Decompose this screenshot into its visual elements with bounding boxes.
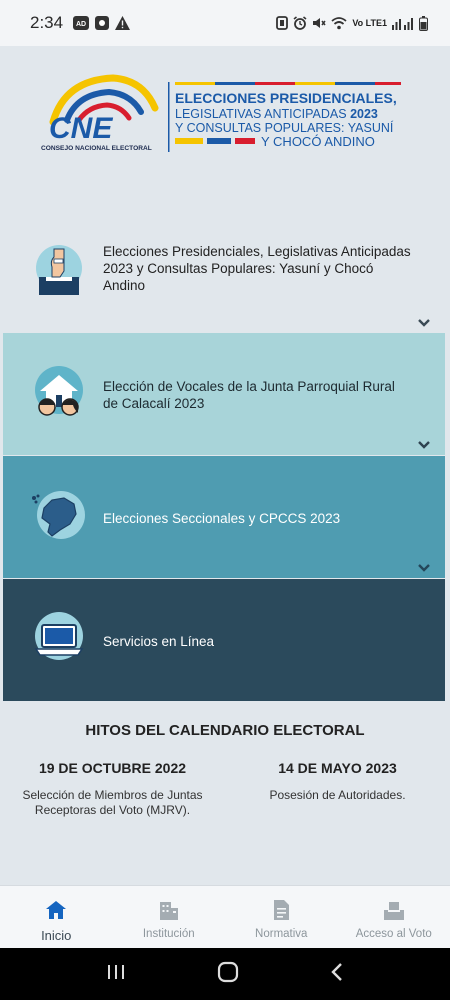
home-button-icon[interactable] — [217, 961, 239, 988]
status-bar: 2:34 AD Vo LTE1 — [0, 0, 450, 46]
election-card-calacali[interactable]: Elección de Vocales de la Junta Parroqui… — [3, 333, 445, 455]
servicios-en-linea-card[interactable]: Servicios en Línea — [3, 579, 445, 701]
back-icon[interactable] — [330, 962, 344, 987]
chevron-down-icon[interactable] — [417, 315, 431, 327]
ecuador-map-icon — [30, 486, 88, 544]
hito-item: 19 DE OCTUBRE 2022 Selección de Miembros… — [0, 760, 225, 818]
banner-line1: ELECCIONES PRESIDENCIALES, — [175, 90, 397, 106]
ballot-icon — [383, 902, 404, 920]
wifi-icon — [331, 16, 347, 30]
nav-acceso-al-voto[interactable]: Acceso al Voto — [338, 886, 450, 948]
battery-icon — [419, 15, 428, 31]
warning-icon — [115, 16, 131, 30]
hito-description: Selección de Miembros de Juntas Receptor… — [22, 788, 203, 817]
mute-icon — [312, 16, 326, 30]
nav-institucion[interactable]: Institución — [113, 886, 226, 948]
nav-normativa[interactable]: Normativa — [225, 886, 338, 948]
nav-label: Acceso al Voto — [355, 928, 432, 940]
cne-logo-text: CNE — [49, 112, 113, 145]
election-card-presidenciales[interactable]: Elecciones Presidenciales, Legislativas … — [3, 211, 445, 333]
document-icon — [274, 900, 290, 920]
hitos-title: HITOS DEL CALENDARIO ELECTORAL — [85, 722, 365, 739]
svg-text:AD: AD — [76, 21, 86, 28]
hito-date: 14 DE MAYO 2023 — [278, 760, 397, 776]
signal-icon — [392, 16, 414, 30]
laptop-icon — [30, 609, 88, 667]
chevron-down-icon[interactable] — [417, 437, 431, 449]
banner-line3: Y CONSULTAS POPULARES: YASUNÍ — [175, 120, 394, 135]
ballot-box-icon — [30, 241, 88, 299]
system-navigation-bar — [0, 948, 450, 1000]
election-label: Servicios en Línea — [103, 634, 215, 649]
app-icon — [95, 16, 110, 30]
nav-label: Normativa — [255, 928, 308, 940]
community-icon — [30, 363, 88, 421]
nav-label: Inicio — [41, 928, 72, 943]
lte-label: Vo LTE1 — [352, 18, 387, 28]
hito-date: 19 DE OCTUBRE 2022 — [38, 760, 187, 776]
ad-icon: AD — [73, 16, 90, 30]
status-time: 2:34 — [30, 13, 64, 32]
election-label: Elecciones Presidenciales, Legislativas … — [103, 244, 411, 293]
chevron-down-icon[interactable] — [417, 560, 431, 572]
cne-org-name: CONSEJO NACIONAL ELECTORAL — [41, 145, 152, 152]
alarm-icon — [293, 16, 307, 30]
nav-label: Institución — [142, 928, 195, 940]
cne-election-banner: CNE CONSEJO NACIONAL ELECTORAL ELECCIONE… — [35, 72, 415, 162]
recent-apps-icon[interactable] — [106, 963, 126, 986]
election-label: Elecciones Seccionales y CPCCS 2023 — [103, 511, 341, 526]
bottom-navigation: Inicio Institución Normativa Acceso al V… — [0, 885, 450, 948]
home-icon — [46, 901, 67, 919]
election-card-seccionales[interactable]: Elecciones Seccionales y CPCCS 2023 — [3, 456, 445, 578]
election-label: Elección de Vocales de la Junta Parroqui… — [103, 379, 395, 411]
nfc-icon — [276, 16, 289, 30]
banner-line2: LEGISLATIVAS ANTICIPADAS 2023 — [175, 107, 378, 121]
cne-logo: CNE CONSEJO NACIONAL ELECTORAL — [41, 74, 159, 152]
nav-inicio[interactable]: Inicio — [0, 886, 113, 948]
banner-line4: Y CHOCÓ ANDINO — [261, 134, 375, 149]
building-icon — [159, 902, 178, 920]
hito-description: Posesión de Autoridades. — [269, 788, 406, 802]
hito-item: 14 DE MAYO 2023 Posesión de Autoridades. — [225, 760, 450, 803]
